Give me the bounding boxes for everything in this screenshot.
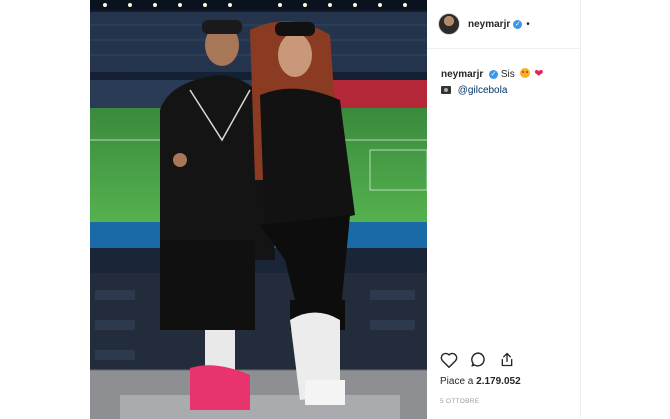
header-username[interactable]: neymarjr [468,19,510,30]
credit-line: @gilcebola [441,83,580,99]
post-caption: neymarjr ✓ Sis ❤ @gilcebola [427,49,580,99]
caption-text: Sis [500,69,515,80]
likes-number: 2.179.052 [476,376,521,387]
post-side-panel: neymarjr ✓ • neymarjr ✓ Sis ❤ @gilcebola… [427,0,581,419]
likes-prefix: Piace a [440,376,474,387]
photo-illustration [90,0,427,419]
post-date: 5 OTTOBRE [440,398,480,405]
red-heart-icon: ❤ [534,68,544,80]
caption-username[interactable]: neymarjr [441,69,483,80]
verified-badge-icon: ✓ [513,19,523,29]
camera-icon [441,86,451,94]
more-options-dot: • [526,18,530,30]
post-photo[interactable] [90,0,427,419]
share-icon[interactable] [499,351,515,373]
caption-line: neymarjr ✓ Sis ❤ [441,66,580,83]
mention-link[interactable]: @gilcebola [458,85,508,96]
avatar[interactable] [438,13,460,35]
post-actions [440,351,515,373]
likes-count[interactable]: Piace a 2.179.052 [440,376,521,387]
caption-verified-badge-icon: ✓ [489,69,499,79]
post-header: neymarjr ✓ • [427,0,580,49]
heart-icon[interactable] [440,352,458,373]
heart-eyes-icon [519,68,530,78]
comment-icon[interactable] [470,351,487,373]
